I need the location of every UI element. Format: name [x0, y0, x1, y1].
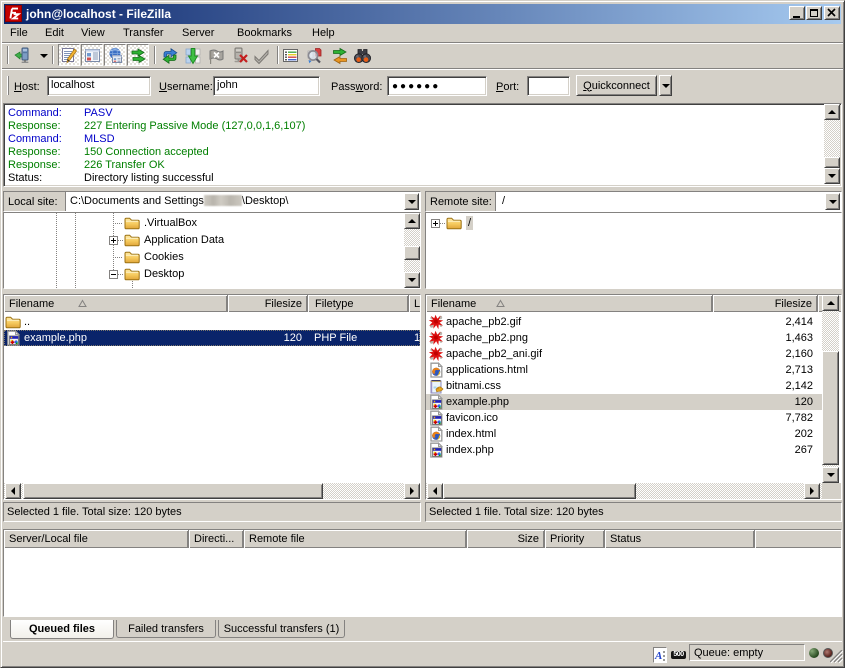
svg-text:A: A [654, 650, 662, 662]
